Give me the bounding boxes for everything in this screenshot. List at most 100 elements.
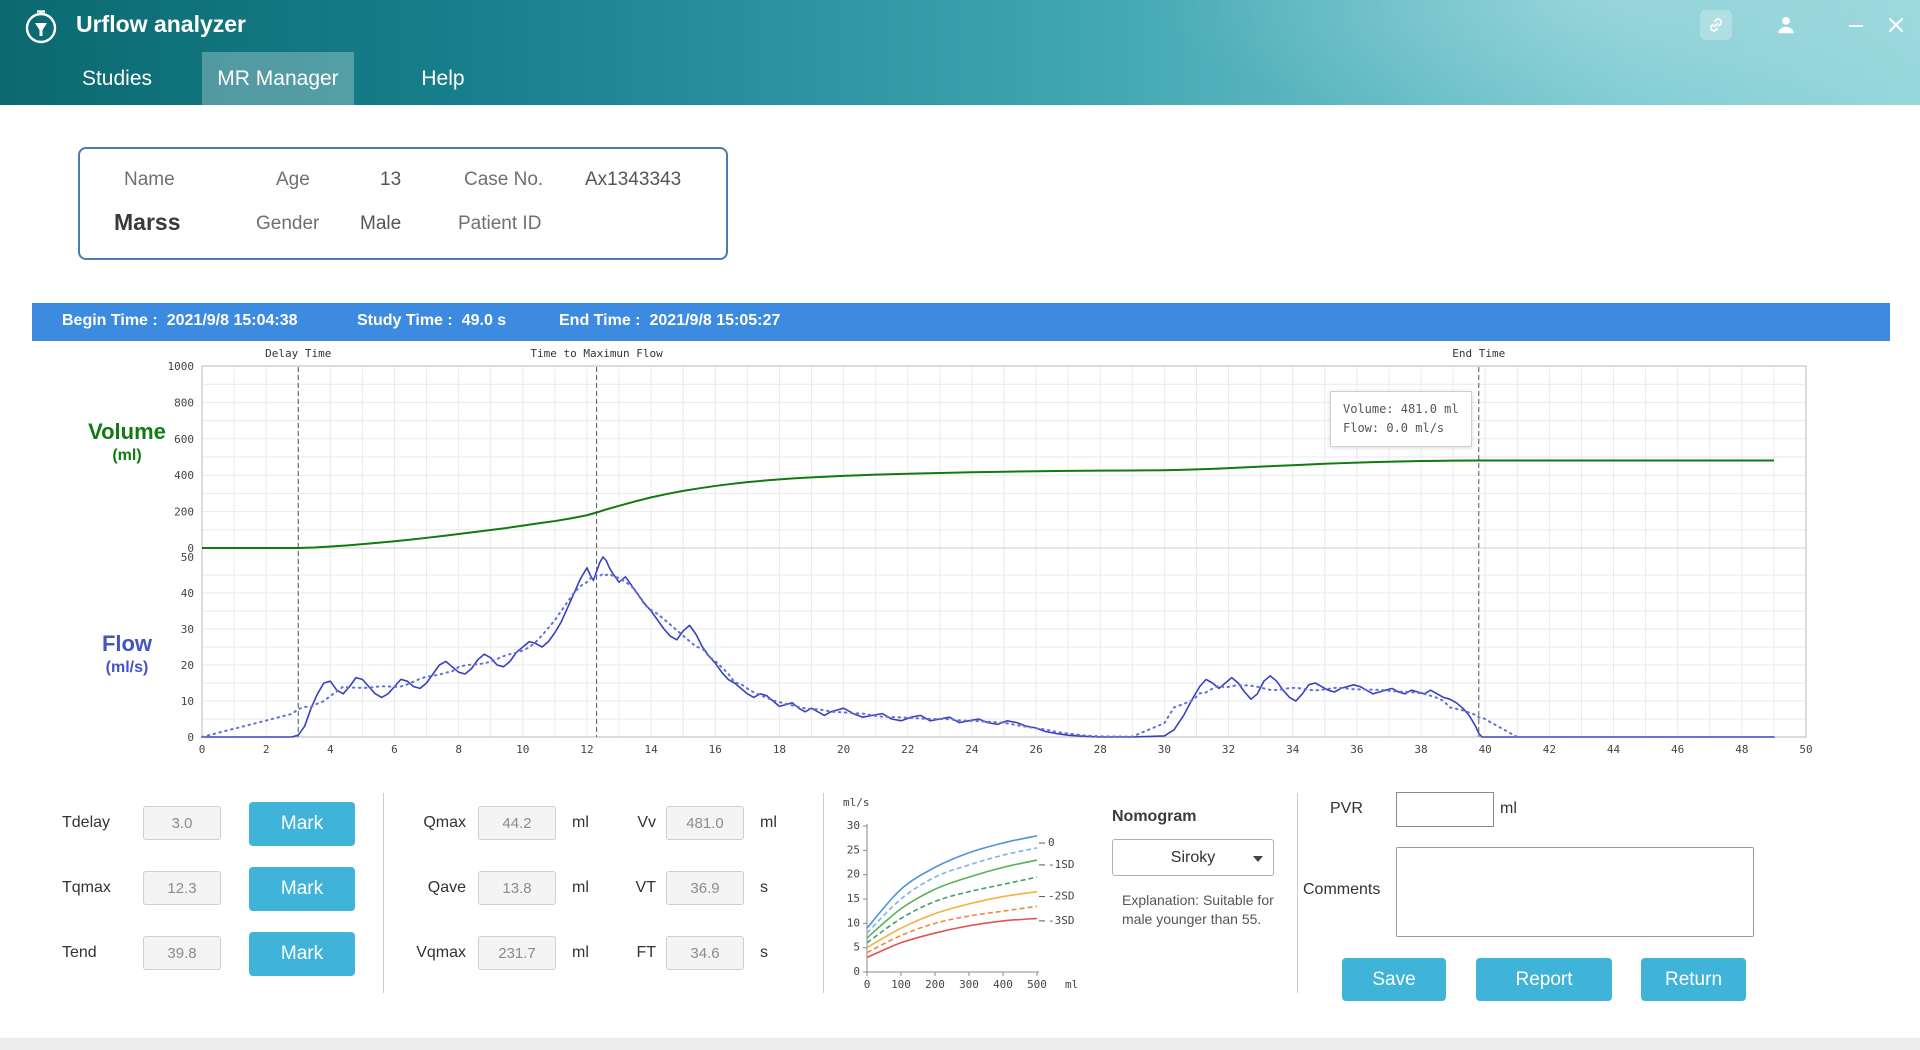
chart-panel: Volume (ml) Flow (ml/s) 0200400600800100…: [32, 341, 1890, 772]
tdelay-input[interactable]: [143, 806, 221, 840]
svg-text:800: 800: [174, 396, 194, 409]
vt-label: VT: [608, 879, 656, 897]
comments-textarea[interactable]: [1396, 847, 1754, 937]
svg-text:32: 32: [1222, 743, 1235, 756]
nomogram-select[interactable]: Siroky: [1112, 839, 1274, 876]
study-time-label: Study Time :: [357, 312, 453, 329]
svg-text:ml: ml: [1065, 978, 1078, 991]
svg-text:36: 36: [1350, 743, 1363, 756]
nomogram-explanation: Explanation: Suitable for male younger t…: [1122, 891, 1292, 929]
svg-text:5: 5: [853, 941, 860, 954]
svg-text:-2SD: -2SD: [1048, 890, 1075, 903]
svg-text:18: 18: [773, 743, 786, 756]
svg-text:2: 2: [263, 743, 270, 756]
qmax-unit: ml: [572, 814, 589, 832]
svg-text:22: 22: [901, 743, 914, 756]
nomogram-selected-value: Siroky: [1171, 849, 1215, 866]
tend-input[interactable]: [143, 936, 221, 970]
qmax-label: Qmax: [396, 814, 466, 832]
mark-tdelay-button[interactable]: Mark: [249, 802, 355, 846]
svg-text:0: 0: [199, 743, 206, 756]
study-time-value: 49.0 s: [462, 312, 506, 329]
patient-id-label: Patient ID: [458, 213, 541, 235]
minimize-icon[interactable]: [1840, 10, 1872, 40]
svg-text:30: 30: [1158, 743, 1171, 756]
svg-text:30: 30: [847, 819, 860, 832]
divider: [383, 793, 384, 993]
svg-text:14: 14: [644, 743, 658, 756]
svg-text:48: 48: [1735, 743, 1748, 756]
patient-name-value: Marss: [114, 209, 180, 236]
case-no-label: Case No.: [464, 169, 543, 191]
return-button[interactable]: Return: [1641, 958, 1746, 1001]
svg-text:40: 40: [1479, 743, 1492, 756]
svg-text:400: 400: [993, 978, 1013, 991]
pvr-input[interactable]: [1396, 792, 1494, 827]
end-time-value: 2021/9/8 15:05:27: [650, 312, 781, 329]
vqmax-label: Vqmax: [396, 944, 466, 962]
svg-text:-3SD: -3SD: [1048, 914, 1075, 927]
app-logo-icon: [22, 8, 60, 46]
close-icon[interactable]: [1880, 10, 1912, 40]
patient-age-label: Age: [276, 169, 310, 191]
svg-text:300: 300: [959, 978, 979, 991]
qave-unit: ml: [572, 879, 589, 897]
save-button[interactable]: Save: [1342, 958, 1446, 1001]
patient-gender-value: Male: [360, 213, 401, 235]
svg-text:20: 20: [837, 743, 850, 756]
pvr-label: PVR: [1330, 800, 1363, 818]
svg-text:Delay Time: Delay Time: [265, 347, 331, 360]
vv-label: Vv: [608, 814, 656, 832]
uroflow-chart[interactable]: 0200400600800100001020304050024681012141…: [32, 341, 1890, 772]
svg-text:400: 400: [174, 469, 194, 482]
report-button[interactable]: Report: [1476, 958, 1612, 1001]
tqmax-input[interactable]: [143, 871, 221, 905]
tdelay-label: Tdelay: [62, 814, 110, 832]
user-icon[interactable]: [1770, 10, 1802, 40]
app-window: Urflow analyzer: [0, 0, 1920, 1050]
time-summary-bar: Begin Time :2021/9/8 15:04:38 Study Time…: [32, 303, 1890, 341]
svg-text:End Time: End Time: [1452, 347, 1505, 360]
mark-tend-button[interactable]: Mark: [249, 932, 355, 976]
svg-text:50: 50: [1799, 743, 1812, 756]
header-bar: Urflow analyzer: [0, 0, 1920, 105]
svg-text:4: 4: [327, 743, 334, 756]
begin-time: Begin Time :2021/9/8 15:04:38: [62, 312, 298, 330]
link-icon[interactable]: [1700, 10, 1732, 40]
caret-down-icon: [1253, 856, 1263, 862]
svg-text:38: 38: [1414, 743, 1427, 756]
end-time: End Time :2021/9/8 15:05:27: [559, 312, 780, 330]
qave-value: [478, 871, 556, 905]
svg-text:0: 0: [853, 965, 860, 978]
svg-text:10: 10: [847, 916, 860, 929]
patient-info-card: Name Marss Age 13 Gender Male Case No. A…: [78, 147, 728, 260]
flow-axis-title: Flow: [52, 631, 202, 657]
vt-unit: s: [760, 879, 768, 897]
pvr-unit: ml: [1500, 800, 1517, 818]
menu-item-studies[interactable]: Studies: [62, 52, 172, 105]
svg-text:100: 100: [891, 978, 911, 991]
study-time: Study Time : 49.0 s: [357, 312, 506, 330]
begin-time-value: 2021/9/8 15:04:38: [167, 312, 298, 329]
tooltip-flow: Flow: 0.0 ml/s: [1343, 419, 1459, 438]
svg-text:0: 0: [187, 731, 194, 744]
svg-text:44: 44: [1607, 743, 1621, 756]
svg-text:26: 26: [1029, 743, 1042, 756]
volume-axis-unit: (ml): [52, 447, 202, 465]
svg-text:200: 200: [925, 978, 945, 991]
menu-item-mr-manager[interactable]: MR Manager: [202, 52, 354, 105]
svg-text:Time to Maximun Flow: Time to Maximun Flow: [530, 347, 663, 360]
divider: [823, 793, 824, 993]
case-no-value: Ax1343343: [585, 169, 681, 191]
svg-text:28: 28: [1094, 743, 1107, 756]
vt-value: [666, 871, 744, 905]
svg-text:-1SD: -1SD: [1048, 858, 1075, 871]
flow-axis-label: Flow (ml/s): [52, 631, 202, 677]
mark-tqmax-button[interactable]: Mark: [249, 867, 355, 911]
svg-text:20: 20: [847, 868, 860, 881]
svg-text:16: 16: [709, 743, 722, 756]
svg-text:50: 50: [181, 551, 194, 564]
vqmax-value: [478, 936, 556, 970]
menu-item-help[interactable]: Help: [398, 52, 488, 105]
volume-axis-label: Volume (ml): [52, 419, 202, 465]
